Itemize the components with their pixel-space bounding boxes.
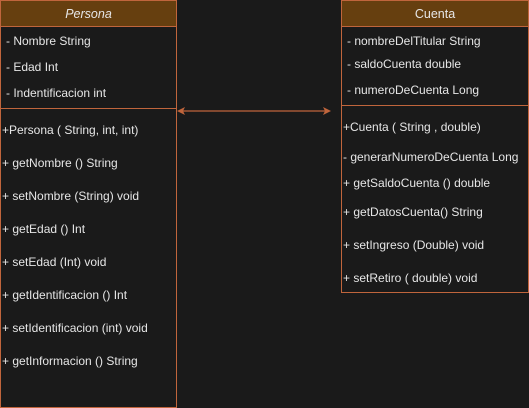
cuenta-separator (342, 105, 528, 106)
persona-method[interactable]: + getInformacion () String (2, 354, 174, 368)
cuenta-method[interactable]: + getSaldoCuenta () double (343, 176, 526, 190)
persona-attribute[interactable]: - Indentificacion int (6, 86, 174, 100)
cuenta-method[interactable]: + getDatosCuenta() String (343, 205, 526, 219)
cuenta-method[interactable]: + setRetiro ( double) void (343, 271, 526, 285)
cuenta-method[interactable]: + setIngreso (Double) void (343, 238, 526, 252)
persona-method[interactable]: + setEdad (Int) void (2, 255, 174, 269)
cuenta-attribute[interactable]: - numeroDeCuenta Long (347, 83, 526, 97)
arrowhead-left-icon (177, 107, 185, 115)
cuenta-method[interactable]: - generarNumeroDeCuenta Long (343, 150, 526, 164)
cuenta-method[interactable]: +Cuenta ( String , double) (343, 120, 526, 134)
persona-class-name[interactable]: Persona (1, 1, 176, 27)
persona-attribute[interactable]: - Edad Int (6, 60, 174, 74)
persona-method[interactable]: + setNombre (String) void (2, 189, 174, 203)
arrowhead-right-icon (323, 107, 331, 115)
cuenta-class-name[interactable]: Cuenta (342, 1, 528, 27)
persona-method[interactable]: +Persona ( String, int, int) (2, 123, 174, 137)
persona-method[interactable]: + getNombre () String (2, 156, 174, 170)
cuenta-class[interactable]: Cuenta - nombreDelTitular String - saldo… (341, 0, 529, 293)
cuenta-attribute[interactable]: - nombreDelTitular String (347, 34, 526, 48)
persona-method[interactable]: + getEdad () Int (2, 222, 174, 236)
persona-attribute[interactable]: - Nombre String (6, 34, 174, 48)
persona-method[interactable]: + getIdentificacion () Int (2, 288, 174, 302)
cuenta-attribute[interactable]: - saldoCuenta double (347, 57, 526, 71)
persona-method[interactable]: + setIdentificacion (int) void (2, 321, 174, 335)
persona-class[interactable]: Persona - Nombre String - Edad Int - Ind… (0, 0, 177, 408)
persona-separator (1, 108, 176, 109)
